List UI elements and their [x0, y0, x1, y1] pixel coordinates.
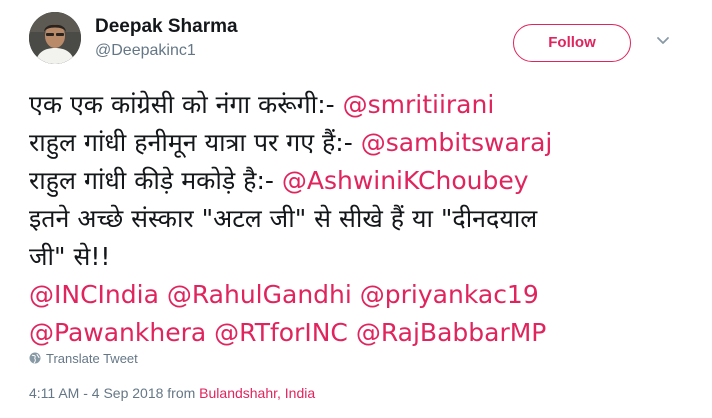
location-link[interactable]: Bulandshahr, India — [199, 385, 315, 401]
mention-link[interactable]: @INCIndia — [29, 280, 159, 309]
mention-link[interactable]: @RahulGandhi — [167, 280, 352, 309]
tweet-meta: 4:11 AM - 4 Sep 2018 from Bulandshahr, I… — [29, 385, 315, 401]
tweet-line: एक एक कांग्रेसी को नंगा करूंगी:- @smriti… — [29, 86, 699, 124]
mention-link[interactable]: @sambitswaraj — [361, 128, 553, 157]
tweet-timestamp[interactable]: 4:11 AM - 4 Sep 2018 — [29, 385, 163, 401]
tweet-line: @INCIndia @RahulGandhi @priyankac19 — [29, 276, 699, 314]
mention-link[interactable]: @smritiirani — [343, 90, 495, 119]
tweet-line: राहुल गांधी हनीमून यात्रा पर गए हैं:- @s… — [29, 124, 699, 162]
follow-button[interactable]: Follow — [513, 24, 631, 62]
tweet-line-text: राहुल गांधी कीड़े मकोड़े है:- — [29, 166, 282, 195]
globe-icon — [29, 352, 41, 364]
mention-link[interactable]: @RajBabbarMP — [356, 318, 547, 347]
mention-link[interactable]: @RTforINC — [214, 318, 348, 347]
user-handle[interactable]: @Deepakinc1 — [95, 42, 196, 60]
tweet-line: राहुल गांधी कीड़े मकोड़े है:- @AshwiniKC… — [29, 162, 699, 200]
tweet-line-text: राहुल गांधी हनीमून यात्रा पर गए हैं:- — [29, 128, 361, 157]
mention-link[interactable]: @priyankac19 — [360, 280, 539, 309]
avatar[interactable] — [29, 12, 81, 64]
mention-link[interactable]: @Pawankhera — [29, 318, 206, 347]
tweet-line: जी" से!! — [29, 238, 699, 276]
tweet-line: इतने अच्छे संस्कार "अटल जी" से सीखे हैं … — [29, 200, 699, 238]
tweet-line-text: इतने अच्छे संस्कार "अटल जी" से सीखे हैं … — [29, 204, 538, 233]
translate-tweet-link[interactable]: Translate Tweet — [29, 351, 138, 366]
display-name[interactable]: Deepak Sharma — [95, 16, 238, 38]
chevron-down-icon[interactable] — [655, 33, 671, 49]
tweet-line: @Pawankhera @RTforINC @RajBabbarMP — [29, 314, 699, 352]
avatar-image — [29, 12, 81, 64]
tweet-line-text: एक एक कांग्रेसी को नंगा करूंगी:- — [29, 90, 343, 119]
tweet-card: Deepak Sharma @Deepakinc1 Follow एक एक क… — [0, 0, 712, 418]
mention-link[interactable]: @AshwiniKChoubey — [282, 166, 529, 195]
tweet-text: एक एक कांग्रेसी को नंगा करूंगी:- @smriti… — [29, 86, 699, 352]
tweet-line-text: जी" से!! — [29, 242, 111, 271]
translate-label: Translate Tweet — [46, 351, 138, 366]
from-label: from — [163, 385, 200, 401]
